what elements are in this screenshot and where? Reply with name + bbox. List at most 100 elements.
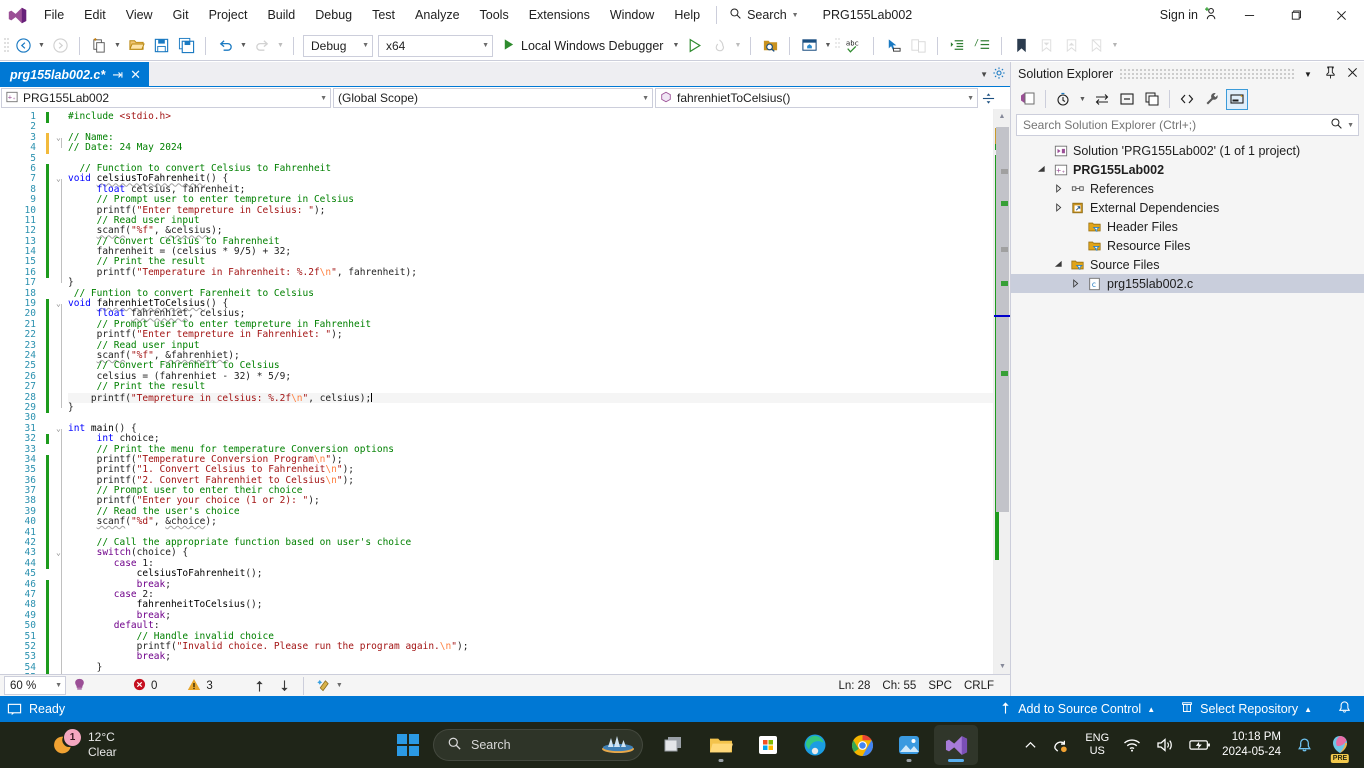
toolbar-grip[interactable]: [3, 36, 10, 56]
code-line[interactable]: printf("Enter tempreture in Fahrenhiet: …: [68, 329, 993, 340]
menu-item-analyze[interactable]: Analyze: [405, 0, 469, 31]
code-line[interactable]: }: [68, 662, 993, 673]
notifications-button[interactable]: [1328, 696, 1356, 722]
tree-collapsed-icon[interactable]: [1051, 203, 1065, 212]
save-icon[interactable]: [149, 34, 173, 58]
preview-button[interactable]: [1226, 88, 1248, 110]
tree-expanded-icon[interactable]: [1034, 165, 1048, 174]
code-line[interactable]: celsiusToFahrenheit();: [68, 568, 993, 579]
intellicode-status[interactable]: [66, 677, 93, 695]
select-tool-icon[interactable]: [881, 34, 905, 58]
tree-item[interactable]: Solution 'PRG155Lab002' (1 of 1 project): [1011, 141, 1364, 160]
solution-configuration-combo[interactable]: Debug ▼: [303, 34, 373, 57]
pin-icon[interactable]: ⇥: [112, 67, 123, 83]
navbar-project-combo[interactable]: +₊ PRG155Lab002 ▼: [1, 88, 331, 108]
select-repository-button[interactable]: Select Repository ▲: [1171, 696, 1321, 722]
copilot-preview-button[interactable]: PRE: [1322, 725, 1358, 765]
code-line[interactable]: celsius = (fahrenhiet - 32) * 5/9;: [68, 371, 993, 382]
menu-item-help[interactable]: Help: [664, 0, 710, 31]
menu-item-git[interactable]: Git: [163, 0, 199, 31]
outlining-gutter[interactable]: ⌄ ⌄ ⌄ ⌄ ⌄ ⌄: [56, 109, 68, 674]
menu-item-tools[interactable]: Tools: [470, 0, 519, 31]
file-explorer-button[interactable]: [699, 725, 743, 765]
code-line[interactable]: switch(choice) {: [68, 548, 993, 559]
document-tab-prg155lab002[interactable]: prg155lab002.c* ⇥ ✕: [0, 62, 150, 87]
menu-item-view[interactable]: View: [116, 0, 163, 31]
visual-studio-button[interactable]: [934, 725, 978, 765]
sync-button[interactable]: [1091, 89, 1113, 110]
increase-indent-icon[interactable]: [945, 34, 969, 58]
panel-drag-dots[interactable]: [1119, 68, 1294, 80]
outlining-toggle[interactable]: ⌄: [56, 424, 68, 434]
tree-item[interactable]: Source Files: [1011, 255, 1364, 274]
bookmark-icon[interactable]: [1009, 34, 1033, 58]
code-text-area[interactable]: #include <stdio.h> // Name:// Date: 24 M…: [68, 109, 993, 674]
editor-settings-icon[interactable]: [992, 66, 1006, 83]
code-line[interactable]: break;: [68, 651, 993, 662]
scroll-down-arrow-icon[interactable]: ▼: [994, 659, 1010, 674]
code-line[interactable]: // Name:: [68, 132, 993, 143]
tree-collapsed-icon[interactable]: [1051, 184, 1065, 193]
code-line[interactable]: [68, 673, 993, 674]
task-view-button[interactable]: [652, 725, 696, 765]
global-search-box[interactable]: Search ▼: [723, 4, 805, 26]
editor-vertical-scrollbar[interactable]: ▲ ▼: [993, 109, 1010, 674]
solution-platform-combo[interactable]: x64 ▼: [378, 34, 493, 57]
new-item-icon[interactable]: [87, 34, 111, 58]
outlining-toggle[interactable]: ⌄: [56, 174, 68, 184]
menu-item-window[interactable]: Window: [600, 0, 664, 31]
show-all-files-button[interactable]: [1141, 89, 1163, 110]
navigate-back-dropdown-icon[interactable]: ▼: [36, 35, 47, 57]
code-line[interactable]: fahrenheit = (celsius * 9/5) + 32;: [68, 246, 993, 257]
previous-issue-button[interactable]: [247, 679, 272, 693]
code-line[interactable]: // Date: 24 May 2024: [68, 142, 993, 153]
add-to-source-control-button[interactable]: Add to Source Control ▲: [990, 696, 1164, 722]
code-line[interactable]: [68, 413, 993, 423]
sign-in-button[interactable]: Sign in: [1152, 0, 1226, 31]
split-editor-icon[interactable]: [980, 92, 996, 105]
code-line[interactable]: int main() {: [68, 423, 993, 434]
photos-button[interactable]: [887, 725, 931, 765]
code-line[interactable]: [68, 122, 993, 132]
chrome-button[interactable]: [840, 725, 884, 765]
navigate-back-icon[interactable]: [11, 34, 35, 58]
pending-changes-button[interactable]: [1052, 89, 1074, 110]
tree-item[interactable]: Header Files: [1011, 217, 1364, 236]
code-editor[interactable]: 1 2 3 4 5 6 7 8 9 10 11 12 13 14 15 16 17 18 19 20 21 22 23 24 2…: [0, 109, 1010, 674]
zoom-level-combo[interactable]: 60 % ▼: [4, 676, 66, 695]
new-item-dropdown-icon[interactable]: ▼: [112, 35, 123, 57]
search-input[interactable]: [1023, 118, 1327, 132]
start-without-debugging-icon[interactable]: [682, 34, 706, 58]
tree-collapsed-icon[interactable]: [1068, 279, 1082, 288]
chevron-down-icon[interactable]: ▼: [1077, 88, 1088, 110]
navbar-member-combo[interactable]: fahrenhietToCelsius() ▼: [655, 88, 978, 108]
start-debugging-button[interactable]: Local Windows Debugger: [496, 34, 669, 58]
scrollbar-thumb[interactable]: [996, 127, 1009, 512]
start-debug-dropdown-icon[interactable]: ▼: [670, 35, 681, 57]
menu-item-build[interactable]: Build: [257, 0, 305, 31]
menu-item-file[interactable]: File: [34, 0, 74, 31]
close-tab-icon[interactable]: ✕: [130, 67, 141, 83]
tree-item[interactable]: +₊ PRG155Lab002: [1011, 160, 1364, 179]
warning-count-status[interactable]: 3: [181, 678, 218, 694]
menu-item-test[interactable]: Test: [362, 0, 405, 31]
line-endings-indicator[interactable]: CRLF: [958, 680, 1010, 692]
pin-icon[interactable]: [1322, 66, 1338, 82]
menu-item-extensions[interactable]: Extensions: [519, 0, 600, 31]
navbar-scope-combo[interactable]: (Global Scope) ▼: [333, 88, 653, 108]
code-line[interactable]: // Call the appropriate function based o…: [68, 537, 993, 548]
indentation-indicator[interactable]: SPC: [922, 680, 958, 692]
code-line[interactable]: printf("Tempreture in celsius: %.2f\n", …: [68, 392, 993, 403]
window-layout-dropdown-icon[interactable]: ▼: [822, 35, 833, 57]
code-line[interactable]: #include <stdio.h>: [68, 111, 993, 122]
outlining-toggle[interactable]: ⌄: [56, 548, 68, 558]
undo-dropdown-icon[interactable]: ▼: [238, 35, 249, 57]
close-button[interactable]: [1318, 0, 1364, 31]
undo-icon[interactable]: [213, 34, 237, 58]
code-cleanup-button[interactable]: ▼: [310, 678, 349, 693]
tab-list-icon[interactable]: ▼: [980, 70, 988, 79]
comment-selection-icon[interactable]: /: [970, 34, 994, 58]
solution-explorer-search[interactable]: ▼: [1016, 114, 1359, 136]
spell-check-icon[interactable]: abc: [842, 34, 866, 58]
properties-button[interactable]: [1201, 89, 1223, 110]
